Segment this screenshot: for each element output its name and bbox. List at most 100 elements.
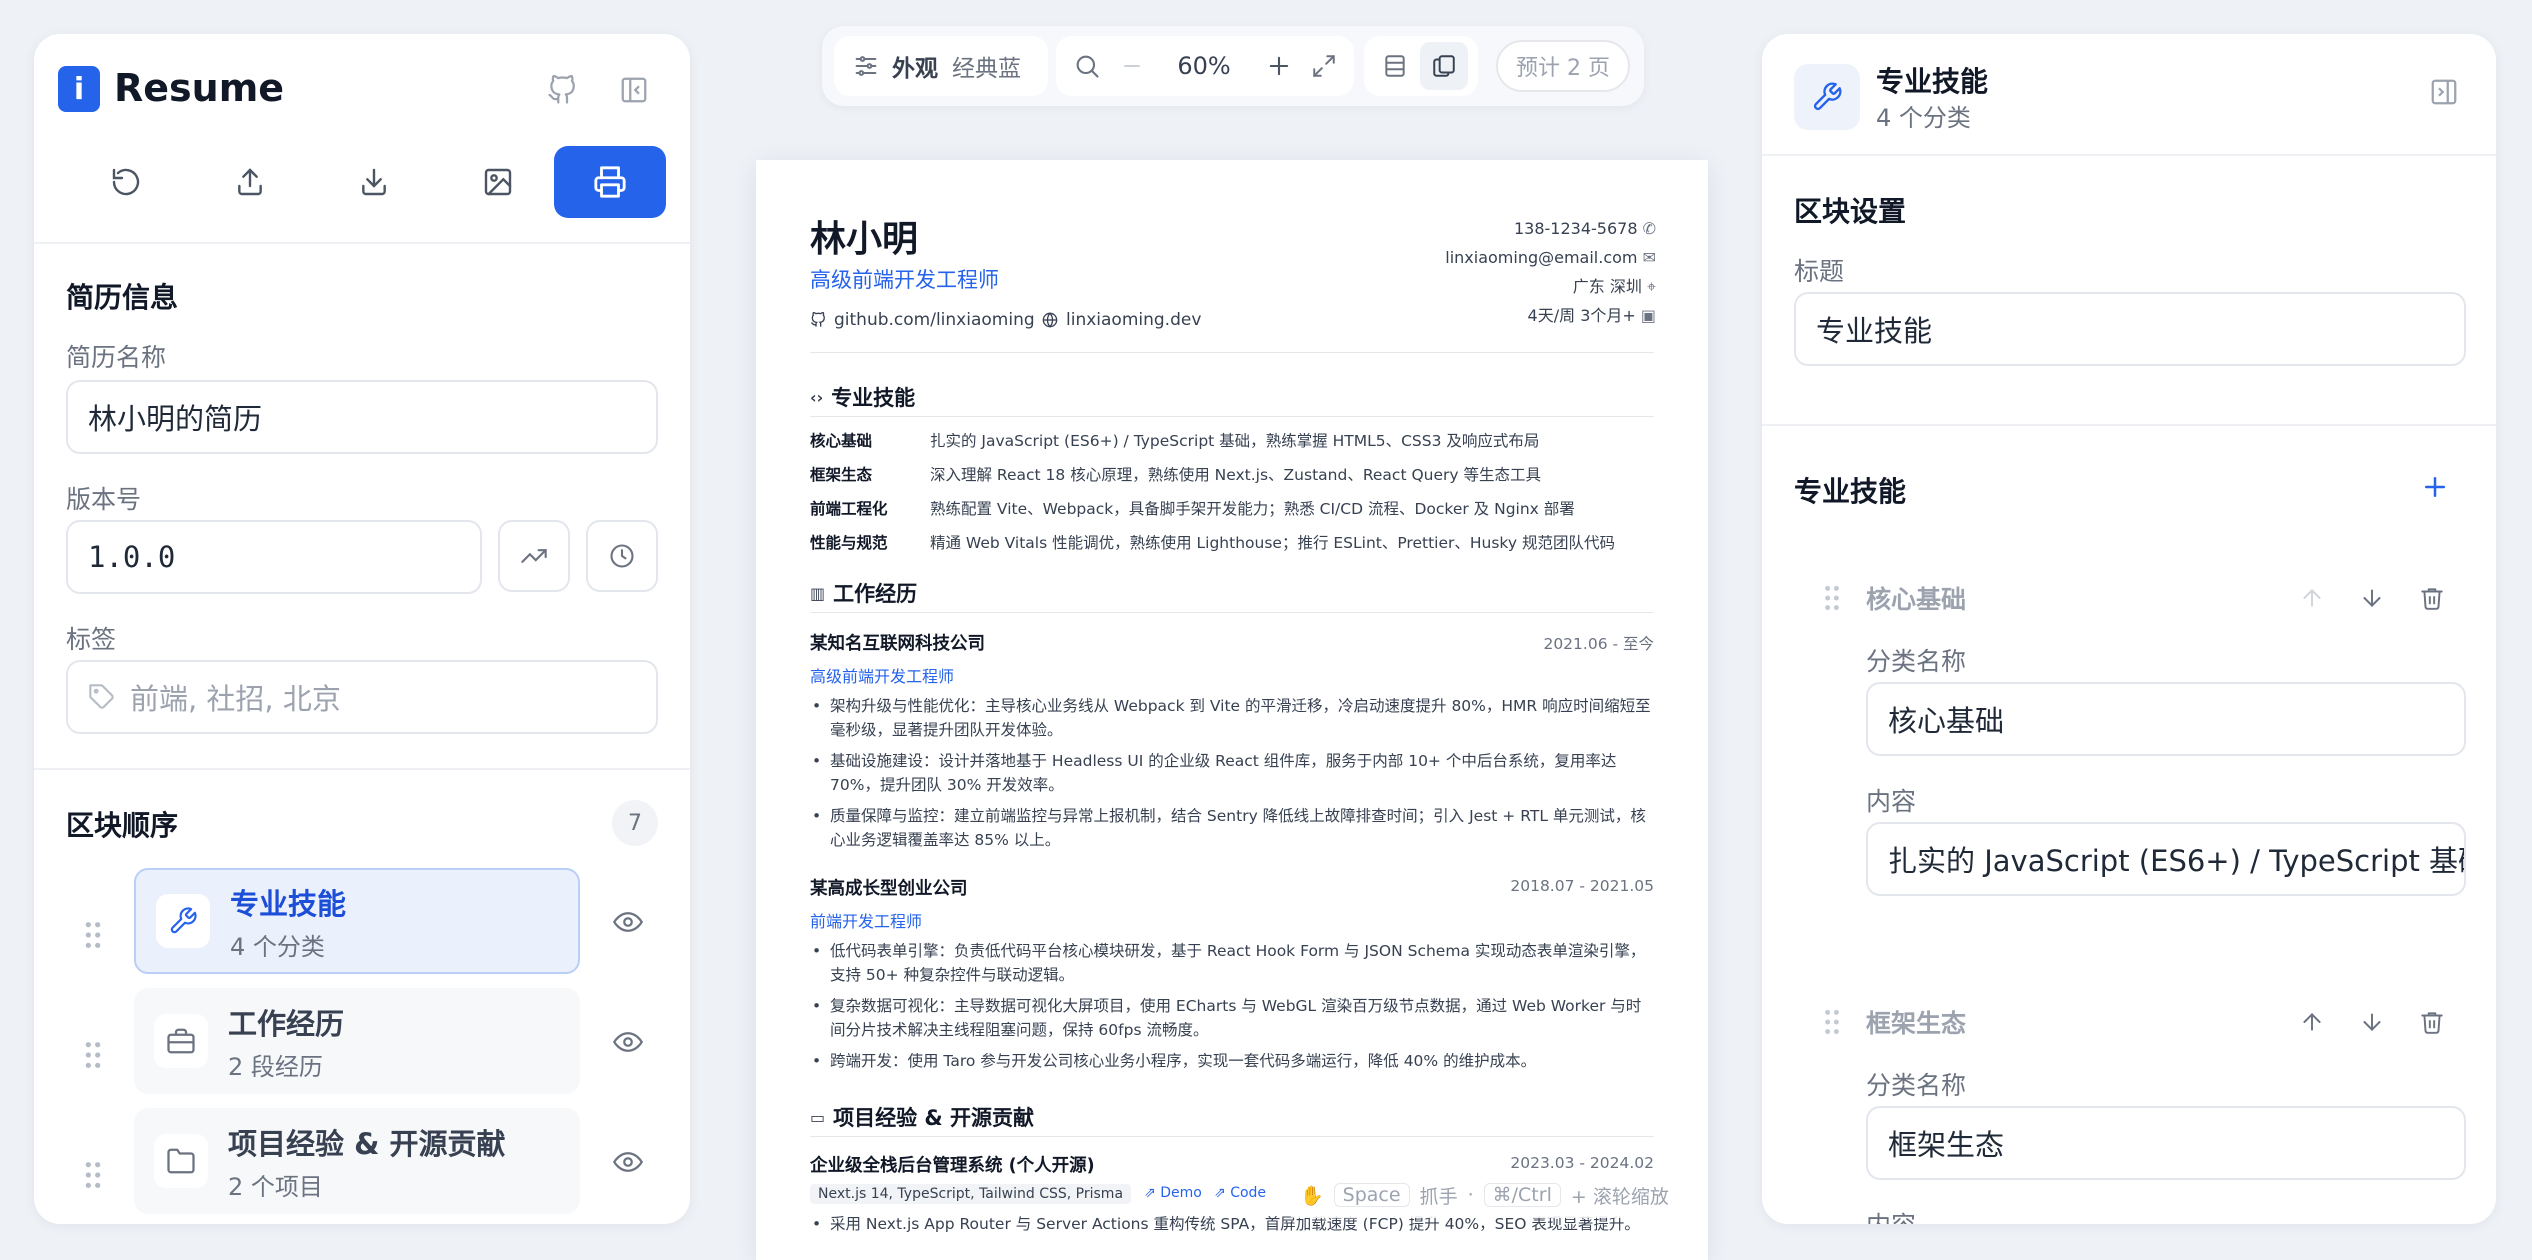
fit-screen-icon[interactable]	[1302, 53, 1346, 79]
skill-row: 核心基础 扎实的 JavaScript (ES6+) / TypeScript 基…	[810, 432, 1540, 450]
collapse-sidebar-icon[interactable]	[612, 68, 656, 112]
collapse-panel-icon[interactable]	[2422, 70, 2466, 114]
wrench-icon	[156, 894, 210, 948]
zoom-in-icon[interactable]	[1256, 52, 1302, 80]
job-role: 高级前端开发工程师	[810, 667, 955, 686]
zoom-level: 60%	[1177, 52, 1231, 80]
search-icon[interactable]	[1062, 52, 1112, 80]
project-code-link[interactable]: ⇗ Code	[1214, 1185, 1266, 1201]
job-date: 2018.07 - 2021.05	[1510, 877, 1654, 895]
zoom-group: 60%	[1056, 36, 1354, 96]
block-item-title: 专业技能	[230, 886, 347, 921]
job-date: 2021.06 - 至今	[1543, 635, 1654, 653]
mail-icon: ✉	[1642, 248, 1656, 267]
left-sidebar: i Resume 简历信息 简历名称 林小明的简历 版本号 1.0.0 标签 前…	[34, 34, 690, 1224]
divider	[34, 768, 690, 770]
theme-label: 经典蓝	[952, 56, 1021, 82]
ctrl-key: ⌘/Ctrl	[1483, 1183, 1561, 1207]
move-down-icon[interactable]	[2352, 1002, 2392, 1042]
skills-section-heading: ‹› 专业技能	[810, 386, 916, 410]
job-company: 某知名互联网科技公司	[810, 634, 985, 654]
zoom-out-icon[interactable]	[1112, 54, 1152, 78]
canvas-hint: ✋ Space 抓手 · ⌘/Ctrl + 滚轮缩放	[1284, 1172, 1685, 1218]
project-date: 2023.03 - 2024.02	[1510, 1154, 1654, 1172]
project-demo-link[interactable]: ⇗ Demo	[1144, 1185, 1202, 1201]
block-title-input[interactable]: 专业技能	[1794, 292, 2466, 366]
upload-button[interactable]	[214, 146, 286, 218]
resume-name: 林小明	[810, 219, 919, 260]
trash-icon[interactable]	[2412, 578, 2452, 618]
divider	[1762, 424, 2496, 426]
divider	[1762, 154, 2496, 156]
contact-phone: 138-1234-5678 ✆	[1513, 219, 1656, 238]
globe-icon	[1042, 312, 1058, 328]
hint-dot: ·	[1467, 1184, 1474, 1206]
map-pin-icon: ⌖	[1646, 277, 1656, 296]
github-link[interactable]: github.com/linxiaoming	[810, 310, 1035, 330]
folder-icon: ▭	[810, 1107, 826, 1127]
drag-handle-icon[interactable]	[82, 1040, 104, 1074]
move-down-icon[interactable]	[2352, 578, 2392, 618]
job-bullet: 基础设施建设：设计并落地基于 Headless UI 的企业级 React 组件…	[810, 749, 1652, 797]
export-image-button[interactable]	[462, 146, 534, 218]
eye-icon[interactable]	[606, 1020, 650, 1064]
github-icon[interactable]	[540, 68, 584, 112]
category-name-input[interactable]: 框架生态	[1866, 1106, 2466, 1180]
drag-handle-icon[interactable]	[1822, 584, 1842, 616]
drag-handle-icon[interactable]	[82, 1160, 104, 1194]
contact-availability: 4天/周 3个月+ ▣	[1527, 306, 1656, 325]
block-order-heading: 区块顺序	[66, 809, 179, 842]
skill-row: 性能与规范 精通 Web Vitals 性能调优，熟练使用 Lighthouse；…	[810, 534, 1615, 552]
skills-list-heading: 专业技能	[1794, 475, 1907, 508]
add-category-button[interactable]	[2412, 464, 2458, 510]
appearance-group[interactable]: 外观 经典蓝	[834, 36, 1048, 96]
version-input[interactable]: 1.0.0	[66, 520, 482, 594]
eye-icon[interactable]	[606, 1140, 650, 1184]
hand-icon: ✋	[1300, 1184, 1324, 1207]
move-up-icon[interactable]	[2292, 1002, 2332, 1042]
work-section-heading: ▥ 工作经历	[810, 582, 918, 606]
resume-name-input[interactable]: 林小明的简历	[66, 380, 658, 454]
github-icon	[811, 312, 825, 327]
drag-handle-icon[interactable]	[1822, 1008, 1842, 1040]
divider	[34, 242, 690, 244]
job-bullet: 跨端开发：使用 Taro 参与开发公司核心业务小程序，实现一套代码多端运行，降低…	[810, 1049, 1652, 1073]
app-title: Resume	[114, 66, 285, 110]
tags-placeholder: 前端, 社招, 北京	[130, 682, 341, 716]
zoom-hint-label: + 滚轮缩放	[1570, 1185, 1669, 1208]
block-item-skills[interactable]: 专业技能 4 个分类	[134, 868, 580, 974]
resume-name-label: 简历名称	[66, 343, 167, 372]
tags-input[interactable]: 前端, 社招, 北京	[66, 660, 658, 734]
block-item-subtitle: 2 段经历	[228, 1052, 323, 1081]
trash-icon[interactable]	[2412, 1002, 2452, 1042]
contact-email: linxiaoming@email.com ✉	[1445, 248, 1656, 267]
category-name-input[interactable]: 核心基础	[1866, 682, 2466, 756]
folder-icon	[154, 1134, 208, 1188]
briefcase-icon	[154, 1014, 208, 1068]
move-up-icon[interactable]	[2292, 578, 2332, 618]
version-history-button[interactable]	[586, 520, 658, 592]
multi-page-icon[interactable]	[1420, 42, 1468, 90]
print-button[interactable]	[554, 146, 666, 218]
job-bullet: 架构升级与性能优化：主导核心业务线从 Webpack 到 Vite 的平滑迁移，…	[810, 694, 1652, 742]
block-item-work[interactable]: 工作经历 2 段经历	[134, 988, 580, 1094]
block-item-projects[interactable]: 项目经验 & 开源贡献 2 个项目	[134, 1108, 580, 1214]
reset-button[interactable]	[90, 146, 162, 218]
calendar-icon: ▣	[1640, 306, 1656, 325]
resume-preview-page: 林小明 高级前端开发工程师 github.com/linxiaoming lin…	[756, 160, 1708, 1260]
drag-handle-icon[interactable]	[82, 920, 104, 954]
category-content-label: 内容	[1866, 787, 1917, 816]
divider	[810, 1136, 1654, 1137]
wrench-icon	[1794, 64, 1860, 130]
eye-icon[interactable]	[606, 900, 650, 944]
block-count-badge: 7	[612, 800, 658, 846]
version-label: 版本号	[66, 485, 142, 514]
divider	[810, 612, 1654, 613]
project-name: 企业级全栈后台管理系统 (个人开源)	[810, 1156, 1095, 1176]
download-button[interactable]	[338, 146, 410, 218]
single-page-icon[interactable]	[1370, 53, 1420, 79]
sliders-icon	[852, 52, 880, 80]
version-bump-button[interactable]	[498, 520, 570, 592]
website-link[interactable]: linxiaoming.dev	[1042, 310, 1201, 330]
category-content-input[interactable]: 扎实的 JavaScript (ES6+) / TypeScript 基础，熟练…	[1866, 822, 2466, 896]
